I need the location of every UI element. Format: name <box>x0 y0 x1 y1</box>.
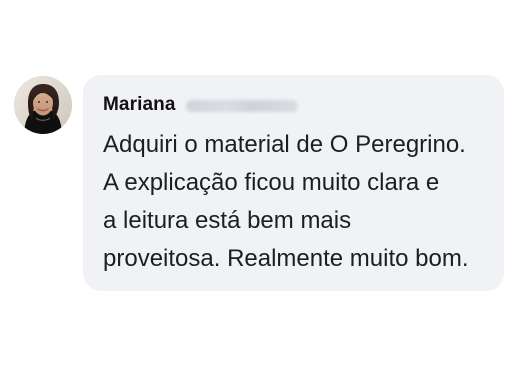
author-name[interactable]: Mariana <box>103 94 176 116</box>
obscured-surname <box>185 100 298 112</box>
comment-text: Adquiri o material de O Peregrino. A exp… <box>103 131 469 272</box>
comment-bubble: Mariana Adquiri o material de O Peregrin… <box>83 75 504 291</box>
comment-header: Mariana <box>103 90 486 120</box>
author-avatar[interactable] <box>14 76 72 134</box>
